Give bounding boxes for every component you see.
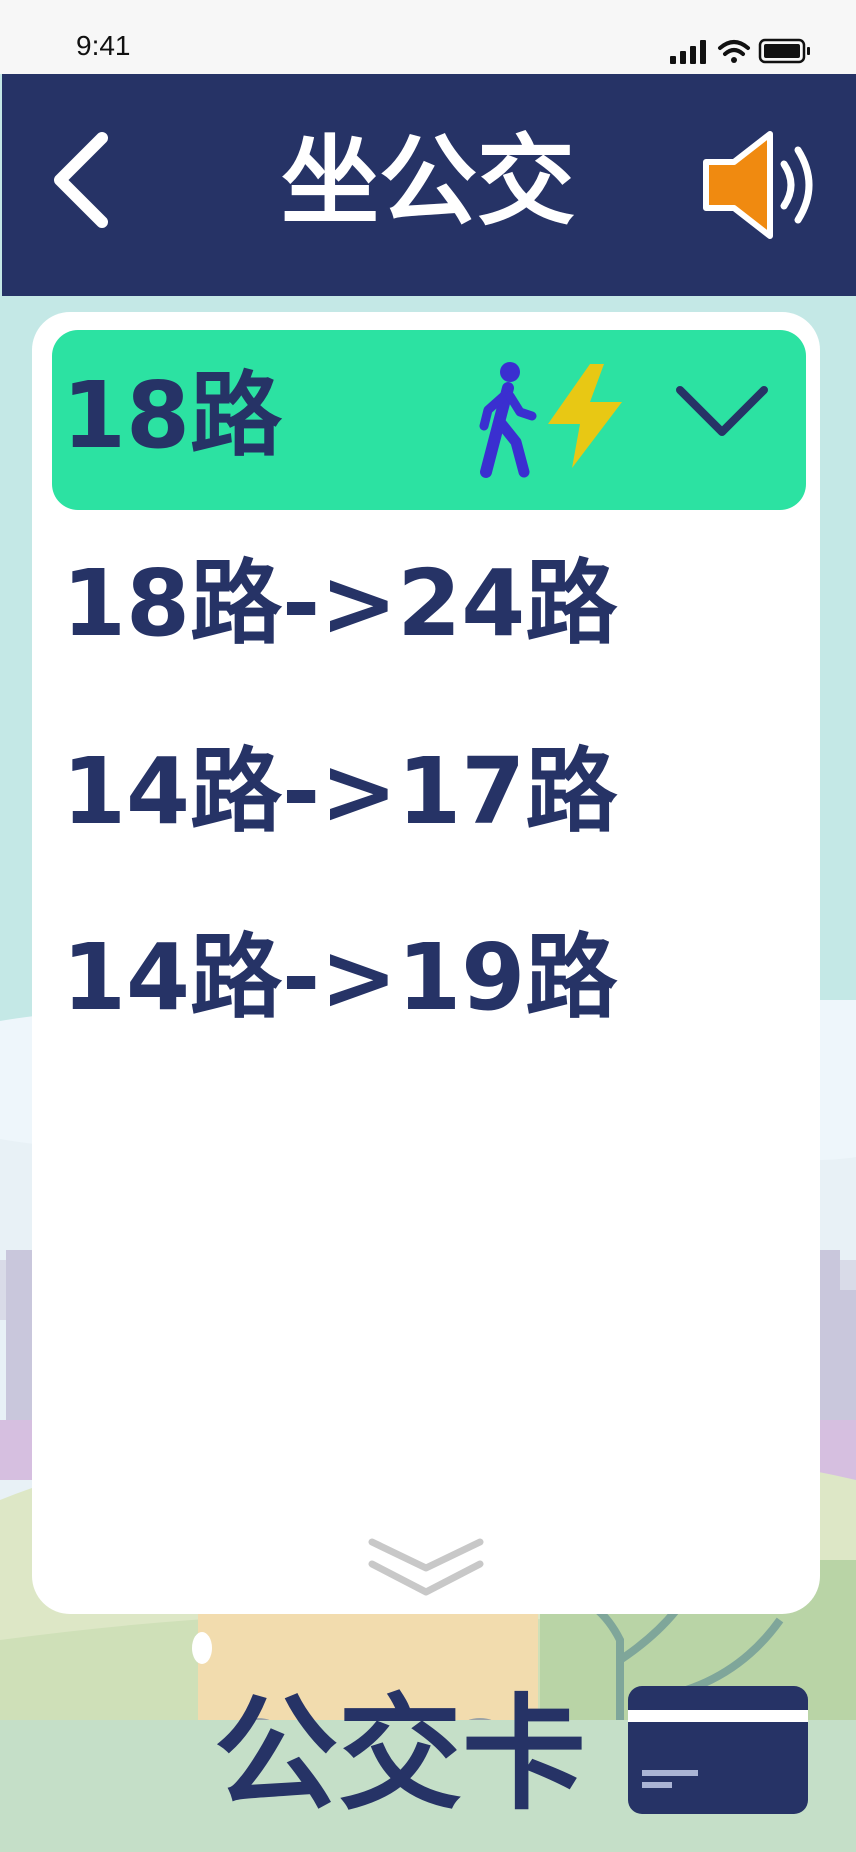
route-option-selected[interactable]: 18路 (52, 330, 806, 510)
route-option[interactable]: 14路->19路 (62, 918, 617, 1038)
route-option[interactable]: 14路->17路 (62, 732, 617, 852)
battery-icon (758, 38, 810, 64)
double-chevron-down-icon[interactable] (366, 1534, 486, 1604)
route-label: 18路 (62, 362, 283, 469)
bus-card-label[interactable]: 公交卡 (214, 1680, 586, 1830)
signal-icon (670, 40, 706, 64)
route-option[interactable]: 18路->24路 (62, 544, 617, 664)
status-bar: 9:41 (0, 0, 856, 74)
speaker-icon[interactable] (700, 130, 828, 240)
chevron-down-icon[interactable] (674, 382, 770, 442)
status-icons (670, 38, 810, 64)
card-icon[interactable] (628, 1686, 808, 1814)
status-time: 9:41 (76, 30, 131, 61)
lightning-bolt-icon (548, 364, 622, 468)
wifi-icon (718, 40, 750, 63)
walking-person-icon (479, 362, 537, 478)
